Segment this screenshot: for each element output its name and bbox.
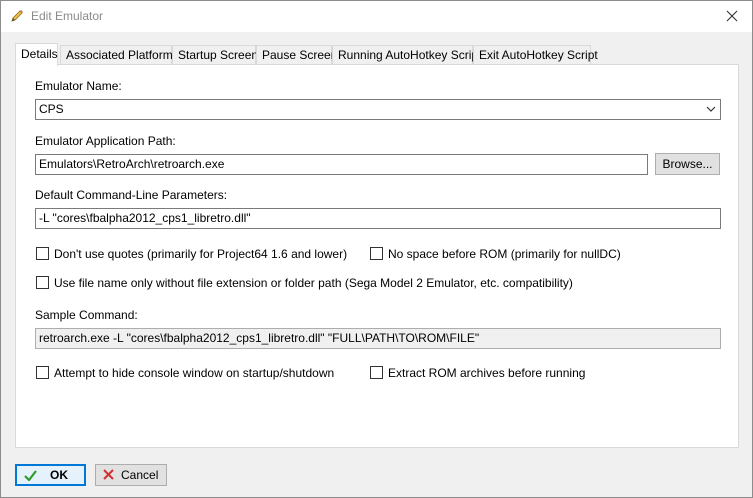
tab-startup-screen[interactable]: Startup Screen [172,45,258,65]
file-name-only-label: Use file name only without file extensio… [54,276,573,290]
dont-use-quotes-checkbox[interactable] [36,247,49,260]
params-input[interactable]: -L "cores\fbalpha2012_cps1_libretro.dll" [35,208,721,229]
no-space-label: No space before ROM (primarily for nullD… [388,247,621,261]
sample-command-label: Sample Command: [35,308,138,322]
tab-exit-autohotkey-script[interactable]: Exit AutoHotkey Script [473,45,598,65]
hide-console-label: Attempt to hide console window on startu… [54,366,335,380]
emulator-name-label: Emulator Name: [35,79,122,93]
cancel-label: Cancel [121,468,159,482]
app-path-input[interactable]: Emulators\RetroArch\retroarch.exe [35,154,648,175]
tab-pause-screen[interactable]: Pause Screen [256,45,337,65]
title-bar: Edit Emulator [1,1,752,32]
sample-command-field: retroarch.exe -L "cores\fbalpha2012_cps1… [35,328,721,349]
ok-label: OK [50,468,68,482]
cancel-button[interactable]: Cancel [95,464,167,486]
cancel-x-icon [103,469,114,480]
tab-associated-platforms[interactable]: Associated Platforms [60,45,179,65]
emulator-name-combobox[interactable]: CPS [35,99,721,120]
emulator-name-value: CPS [39,102,64,116]
file-name-only-checkbox[interactable] [36,276,49,289]
no-space-checkbox[interactable] [370,247,383,260]
pencil-icon [9,8,25,24]
app-path-label: Emulator Application Path: [35,134,176,148]
hide-console-checkbox[interactable] [36,366,49,379]
params-label: Default Command-Line Parameters: [35,188,228,202]
extract-rom-checkbox[interactable] [370,366,383,379]
close-button[interactable] [712,1,752,32]
close-icon [726,10,738,22]
ok-button[interactable]: OK [15,464,86,486]
edit-emulator-window: Edit Emulator Details Associated Platfor… [0,0,753,498]
chevron-down-icon [706,106,716,112]
browse-button[interactable]: Browse... [655,153,720,175]
tab-running-autohotkey-script[interactable]: Running AutoHotkey Script [332,45,481,65]
extract-rom-label: Extract ROM archives before running [388,366,586,380]
tab-details[interactable]: Details [15,43,58,66]
checkmark-icon [24,470,37,481]
window-title: Edit Emulator [31,9,104,23]
dont-use-quotes-label: Don't use quotes (primarily for Project6… [54,247,348,261]
